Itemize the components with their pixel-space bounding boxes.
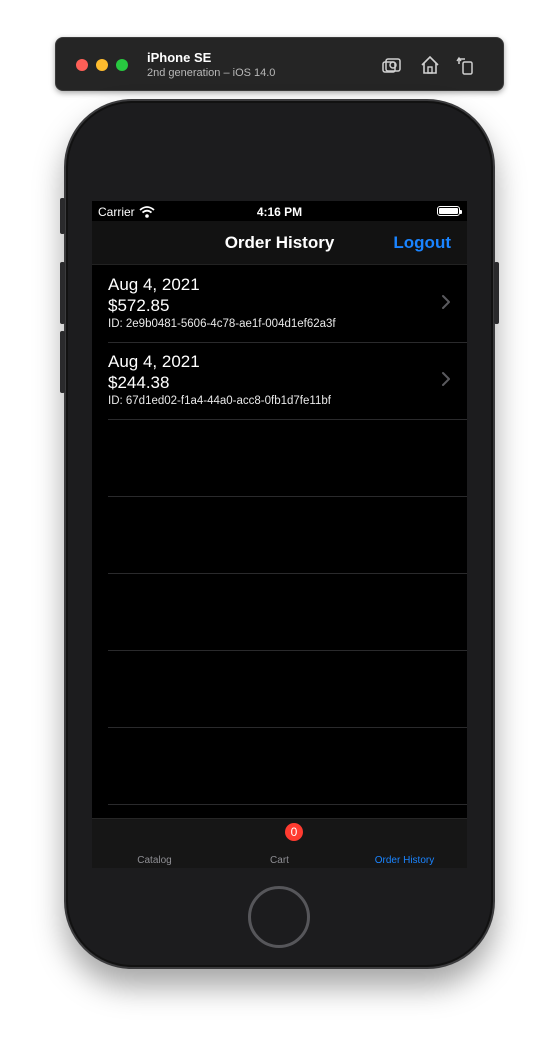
tab-order-history[interactable]: Order History bbox=[342, 819, 467, 868]
order-id: ID: 2e9b0481-5606-4c78-ae1f-004d1ef62a3f bbox=[108, 318, 336, 330]
volume-up-button bbox=[60, 262, 65, 324]
order-list: Aug 4, 2021 $572.85 ID: 2e9b0481-5606-4c… bbox=[92, 266, 467, 805]
tab-cart-label: Cart bbox=[270, 855, 289, 866]
screenshot-button[interactable] bbox=[380, 53, 404, 77]
chevron-right-icon bbox=[442, 295, 450, 309]
status-bar: Carrier 4:16 PM bbox=[92, 201, 467, 221]
zoom-window-button[interactable] bbox=[116, 59, 128, 71]
empty-row bbox=[92, 497, 467, 574]
order-total: $572.85 bbox=[108, 296, 170, 315]
rotate-icon bbox=[456, 56, 473, 75]
simulator-title-bar: iPhone SE 2nd generation – iOS 14.0 bbox=[55, 37, 504, 91]
tab-cart[interactable]: Cart bbox=[217, 819, 342, 868]
order-row[interactable]: Aug 4, 2021 $244.38 ID: 67d1ed02-f1a4-44… bbox=[92, 343, 467, 420]
logout-button[interactable]: Logout bbox=[393, 233, 451, 253]
order-id: ID: 67d1ed02-f1a4-44a0-acc8-0fb1d7fe11bf bbox=[108, 395, 331, 407]
cart-badge: 0 bbox=[285, 823, 303, 841]
tab-bar: Catalog Cart 0 Order History bbox=[92, 818, 467, 868]
tab-catalog-label: Catalog bbox=[137, 855, 172, 866]
close-window-button[interactable] bbox=[76, 59, 88, 71]
order-date: Aug 4, 2021 bbox=[108, 352, 200, 371]
chevron-right-icon bbox=[442, 372, 450, 386]
battery-icon bbox=[437, 206, 462, 216]
power-button bbox=[494, 262, 499, 324]
tab-catalog[interactable]: Catalog bbox=[92, 819, 217, 868]
screenshot-icon bbox=[382, 58, 401, 73]
empty-row bbox=[92, 420, 467, 497]
order-date: Aug 4, 2021 bbox=[108, 275, 200, 294]
mute-switch bbox=[60, 198, 65, 234]
order-total: $244.38 bbox=[108, 373, 170, 392]
volume-down-button bbox=[60, 331, 65, 393]
rotate-button[interactable] bbox=[454, 53, 478, 77]
order-row[interactable]: Aug 4, 2021 $572.85 ID: 2e9b0481-5606-4c… bbox=[92, 266, 467, 343]
empty-row bbox=[92, 728, 467, 805]
empty-row bbox=[92, 651, 467, 728]
minimize-window-button[interactable] bbox=[96, 59, 108, 71]
home-simulator-button[interactable] bbox=[418, 53, 442, 77]
home-icon bbox=[421, 55, 439, 74]
navigation-bar: Order History Logout bbox=[92, 221, 467, 265]
simulator-device-name: iPhone SE bbox=[147, 50, 212, 65]
tab-order-history-label: Order History bbox=[374, 855, 435, 866]
empty-row bbox=[92, 574, 467, 651]
simulator-device-subtitle: 2nd generation – iOS 14.0 bbox=[147, 67, 276, 79]
app-screen: Carrier 4:16 PM Order History Logout Aug… bbox=[92, 201, 467, 868]
home-button[interactable] bbox=[248, 886, 310, 948]
status-time: 4:16 PM bbox=[256, 205, 303, 219]
